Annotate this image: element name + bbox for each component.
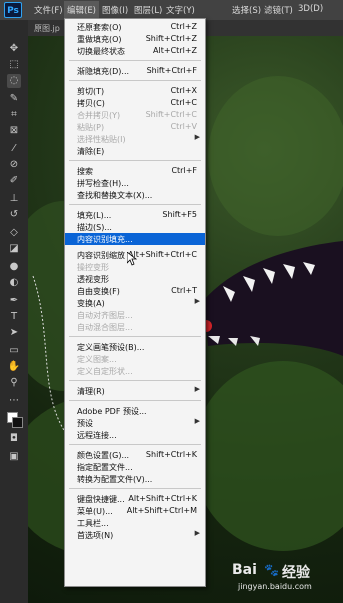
menu-item-toggle-last-state[interactable]: 切换最终状态 Alt+Ctrl+Z (65, 45, 205, 57)
blur-tool-icon[interactable]: ● (7, 260, 21, 274)
menu-separator (69, 400, 201, 401)
photoshop-logo: Ps (4, 2, 22, 18)
crop-tool-icon[interactable]: ⌗ (7, 108, 21, 122)
menu-item-auto-blend-layers: 自动混合图层... (77, 323, 133, 332)
menu-bar: Ps 文件(F) 编辑(E) 图像(I) 图层(L) 文字(Y) 选择(S) 滤… (0, 0, 343, 20)
hand-tool-icon[interactable]: ✋ (7, 360, 21, 374)
submenu-arrow-icon: ▶ (194, 297, 200, 305)
menu-item-assign-profile[interactable]: 指定配置文件... (65, 461, 205, 473)
menu-select[interactable]: 选择(S) (232, 4, 261, 16)
menu-separator (69, 160, 201, 161)
healing-brush-tool-icon[interactable]: ⊘ (7, 158, 21, 172)
paint-bucket-tool-icon[interactable]: ◪ (7, 242, 21, 256)
lasso-tool-icon[interactable]: ◌ (7, 74, 21, 88)
mouse-pointer-icon (127, 252, 137, 266)
submenu-arrow-icon: ▶ (194, 385, 200, 393)
menu-item-undo[interactable]: 还原套索(O) Ctrl+Z (65, 21, 205, 33)
menu-item-free-transform[interactable]: 自由变换(F) Ctrl+T (65, 285, 205, 297)
watermark-brand: Bai (232, 562, 257, 578)
menu-item-fill[interactable]: 填充(L)... Shift+F5 (65, 209, 205, 221)
type-tool-icon[interactable]: T (7, 310, 21, 324)
clone-stamp-tool-icon[interactable]: ⊥ (7, 192, 21, 206)
menu-separator (69, 80, 201, 81)
menu-item-define-pattern: 定义图案... (77, 355, 117, 364)
document-tab[interactable]: 原图.jp (34, 23, 60, 34)
menu-layer[interactable]: 图层(L) (134, 4, 162, 16)
menu-item-content-aware-fill[interactable]: 内容识别填充... (65, 233, 205, 245)
eyedropper-tool-icon[interactable]: ⁄ (7, 142, 21, 156)
zoom-tool-icon[interactable]: ⚲ (7, 376, 21, 390)
shape-tool-icon[interactable]: ▭ (7, 344, 21, 358)
menu-filter[interactable]: 滤镜(T) (264, 4, 293, 16)
menu-item-menus[interactable]: 菜单(U)... Alt+Shift+Ctrl+M (65, 505, 205, 517)
menu-item-perspective-warp[interactable]: 透视变形 (65, 273, 205, 285)
eraser-tool-icon[interactable]: ◇ (7, 226, 21, 240)
submenu-arrow-icon: ▶ (194, 133, 200, 141)
menu-item-fade[interactable]: 渐隐填充(D)... Shift+Ctrl+F (65, 65, 205, 77)
paw-icon: 🐾 (264, 563, 279, 577)
menu-type[interactable]: 文字(Y) (166, 4, 195, 16)
menu-item-paste: 粘贴(P) Ctrl+V (77, 122, 197, 132)
menu-item-purge[interactable]: 清理(R) ▶ (65, 385, 205, 397)
more-tools-icon[interactable]: ⋯ (7, 394, 21, 408)
menu-item-find-replace[interactable]: 查找和替换文本(X)... (65, 189, 205, 201)
menu-3d[interactable]: 3D(D) (298, 4, 323, 14)
watermark-name: 经验 (282, 565, 310, 581)
menu-item-auto-align-layers: 自动对齐图层... (77, 311, 133, 320)
history-brush-tool-icon[interactable]: ↺ (7, 208, 21, 222)
menu-item-transform[interactable]: 变换(A) ▶ (65, 297, 205, 309)
menu-item-stroke[interactable]: 描边(S)... (65, 221, 205, 233)
menu-item-copy[interactable]: 拷贝(C) Ctrl+C (65, 97, 205, 109)
menu-item-pdf-presets[interactable]: Adobe PDF 预设... (65, 405, 205, 417)
menu-separator (69, 444, 201, 445)
dodge-tool-icon[interactable]: ◐ (7, 276, 21, 290)
menu-item-redo[interactable]: 重做填充(O) Shift+Ctrl+Z (65, 33, 205, 45)
menu-item-convert-profile[interactable]: 转换为配置文件(V)... (65, 473, 205, 485)
marquee-tool-icon[interactable]: ⬚ (7, 58, 21, 72)
menu-separator (69, 336, 201, 337)
edit-menu-dropdown: 还原套索(O) Ctrl+Z 重做填充(O) Shift+Ctrl+Z 切换最终状态… (64, 18, 206, 587)
path-selection-tool-icon[interactable]: ➤ (7, 326, 21, 340)
tool-palette: ✥ ⬚ ◌ ✎ ⌗ ⊠ ⁄ ⊘ ✐ ⊥ ↺ ◇ ◪ ● ◐ ✒ T ➤ ▭ ✋ … (0, 20, 28, 603)
quick-mask-icon[interactable]: ◘ (7, 432, 21, 446)
move-tool-icon[interactable]: ✥ (7, 42, 21, 56)
menu-item-color-settings[interactable]: 颜色设置(G)... Shift+Ctrl+K (65, 449, 205, 461)
menu-separator (69, 60, 201, 61)
baidu-jingyan-watermark: Bai 🐾 经验 jingyan.baidu.com (230, 560, 340, 600)
menu-separator (69, 488, 201, 489)
menu-separator (69, 380, 201, 381)
menu-item-paste-special: 选择性粘贴(I) ▶ (77, 133, 200, 144)
menu-item-spell-check[interactable]: 拼写检查(H)... (65, 177, 205, 189)
menu-item-clear[interactable]: 清除(E) (65, 145, 205, 157)
menu-item-presets[interactable]: 预设 ▶ (65, 417, 205, 429)
menu-edit[interactable]: 编辑(E) (64, 1, 100, 19)
menu-item-toolbar[interactable]: 工具栏... (65, 517, 205, 529)
menu-image[interactable]: 图像(I) (102, 4, 128, 16)
brush-tool-icon[interactable]: ✐ (7, 174, 21, 188)
menu-file[interactable]: 文件(F) (34, 4, 63, 16)
menu-item-cut[interactable]: 剪切(T) Ctrl+X (65, 85, 205, 97)
frame-tool-icon[interactable]: ⊠ (7, 124, 21, 138)
menu-item-keyboard-shortcuts[interactable]: 键盘快捷键... Alt+Shift+Ctrl+K (65, 493, 205, 505)
menu-item-copy-merged: 合并拷贝(Y) Shift+Ctrl+C (77, 110, 197, 120)
menu-item-define-shape: 定义自定形状... (77, 367, 133, 376)
menu-item-remote-connections[interactable]: 远程连接... (65, 429, 205, 441)
menu-item-search[interactable]: 搜索 Ctrl+F (65, 165, 205, 177)
submenu-arrow-icon: ▶ (194, 417, 200, 425)
menu-separator (69, 204, 201, 205)
pen-tool-icon[interactable]: ✒ (7, 294, 21, 308)
screen-mode-icon[interactable]: ▣ (7, 450, 21, 464)
submenu-arrow-icon: ▶ (194, 529, 200, 537)
watermark-url: jingyan.baidu.com (238, 582, 312, 591)
quick-selection-tool-icon[interactable]: ✎ (7, 92, 21, 106)
background-color-swatch[interactable] (12, 417, 23, 428)
menu-item-preferences[interactable]: 首选项(N) ▶ (65, 529, 205, 541)
menu-item-define-brush[interactable]: 定义画笔预设(B)... (65, 341, 205, 353)
